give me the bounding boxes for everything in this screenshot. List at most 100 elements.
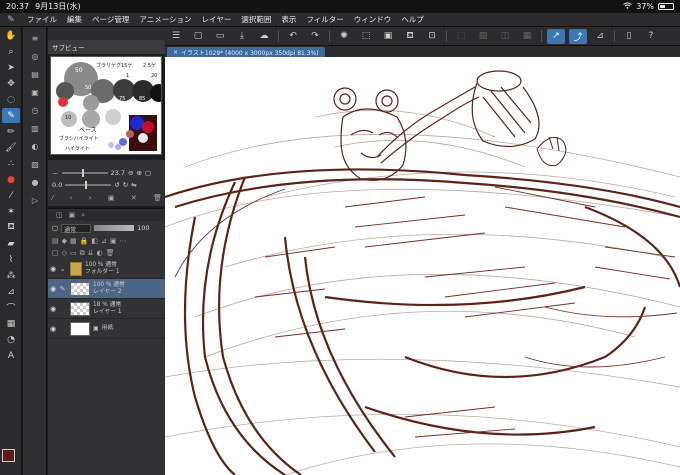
mask-icon[interactable]: ◧ (91, 237, 98, 245)
text-tool-icon[interactable]: A (2, 348, 20, 363)
zoom-tool-icon[interactable]: ⌕ (2, 44, 20, 59)
visibility-eye-icon[interactable]: ◉ (48, 305, 58, 313)
subtool-property-icon[interactable]: ▧ (26, 157, 44, 171)
layer-row[interactable]: ◉ 18 % 通常 レイヤー 1 (48, 299, 165, 319)
app-logo-icon[interactable]: ✎ (0, 15, 22, 25)
clip-icon[interactable]: ▤ (52, 237, 59, 245)
rotate-slider[interactable] (65, 181, 112, 189)
menu-layer[interactable]: レイヤー (197, 14, 237, 25)
snap-icon[interactable]: ⤴ (569, 28, 587, 44)
subtool-brush-size-icon[interactable]: ● (26, 175, 44, 189)
brush-tool-icon[interactable]: 🖌 (2, 140, 20, 155)
layer-row[interactable]: ◉ ⌄ 100 % 通常 フォルダー 1 (48, 259, 165, 279)
eyedropper-tool-icon[interactable]: ⁄ (2, 188, 20, 203)
subview-thumbnail[interactable]: 50 ブラリゲグ 15ゲ 2.5ゲ 1 20 50 75 85 10 ベース ブ… (50, 56, 162, 155)
pen-tool-icon[interactable]: ✎ (2, 108, 20, 123)
new-vector-layer-icon[interactable]: ◇ (62, 249, 67, 257)
cloud-icon[interactable]: ☁ (255, 29, 273, 44)
pencil-tool-icon[interactable]: ✏ (2, 124, 20, 139)
eraser-tool-icon[interactable]: ● (2, 172, 20, 187)
transform-icon[interactable]: ⊡ (423, 29, 441, 44)
gradient-tool-icon[interactable]: ▰ (2, 236, 20, 251)
lock-icon[interactable]: 🔒 (80, 237, 89, 245)
menu-page[interactable]: ページ管理 (87, 14, 134, 25)
layer-tab-icon[interactable]: ◫ (56, 211, 63, 219)
redo-icon[interactable]: ↷ (306, 29, 324, 44)
menu-help[interactable]: ヘルプ (396, 14, 429, 25)
clear-icon[interactable]: ✕ (131, 194, 137, 202)
help-icon[interactable]: ? (642, 29, 660, 44)
subtool-material-icon[interactable]: ▥ (26, 121, 44, 135)
main-color-swatch[interactable] (2, 449, 15, 462)
fill-icon[interactable]: ⛾ (401, 29, 419, 44)
subtool-color-icon[interactable]: ◐ (26, 139, 44, 153)
zoom-out-icon[interactable]: － (52, 168, 59, 178)
eyedropper-icon[interactable]: ⁄ (52, 194, 53, 202)
move-layer-tool-icon[interactable]: ✥ (2, 76, 20, 91)
subtool-timeline-icon[interactable]: ▣ (26, 85, 44, 99)
deselect-icon[interactable]: ⬚ (452, 29, 470, 44)
clear-outside-icon[interactable]: ⬚ (357, 29, 375, 44)
smartphone-icon[interactable]: ▯ (620, 29, 638, 44)
color-chip[interactable] (2, 449, 20, 469)
next-image-icon[interactable]: › (89, 194, 92, 202)
fit-icon[interactable]: ▢ (145, 169, 151, 177)
subtool-layer-icon[interactable]: ▤ (26, 67, 44, 81)
show-selection-icon[interactable]: ◫ (496, 29, 514, 44)
hand-tool-icon[interactable]: ✋ (2, 28, 20, 43)
blend-lock-icon[interactable]: ▢ (52, 224, 58, 232)
subtool-collapse-icon[interactable]: ≡ (26, 31, 44, 45)
undo-icon[interactable]: ↶ (284, 29, 302, 44)
stabilization-icon[interactable]: ↗ (547, 28, 565, 44)
blend-mode-select[interactable]: 通常 (61, 223, 92, 234)
opacity-value[interactable]: 100 (137, 224, 149, 232)
subtool-autoaction-icon[interactable]: ▷ (26, 193, 44, 207)
menu-window[interactable]: ウィンドウ (349, 14, 397, 25)
open-file-icon[interactable]: ▭ (211, 29, 229, 44)
vector-tool-icon[interactable]: ⌒ (2, 300, 20, 315)
visibility-eye-icon[interactable]: ◉ (48, 285, 58, 293)
rotate-left-icon[interactable]: ↺ (114, 181, 119, 189)
balloon-tool-icon[interactable]: ◔ (2, 332, 20, 347)
operation-tool-icon[interactable]: ➤ (2, 60, 20, 75)
tab-close-icon[interactable]: × (173, 49, 178, 56)
new-raster-layer-icon[interactable]: ▢ (52, 249, 59, 257)
menu-filter[interactable]: フィルター (301, 14, 348, 25)
menu-selection[interactable]: 選択範囲 (236, 14, 276, 25)
layer-search-tab-icon[interactable]: ⌕ (81, 211, 85, 220)
frame-tool-icon[interactable]: ▦ (2, 316, 20, 331)
grid-icon[interactable]: ▦ (518, 29, 536, 44)
lock-transparency-icon[interactable]: ▦ (70, 237, 77, 245)
figure-tool-icon[interactable]: ⌇ (2, 252, 20, 267)
import-icon[interactable]: ▣ (108, 194, 115, 202)
prev-image-icon[interactable]: ‹ (70, 194, 73, 202)
rotate-right-icon[interactable]: ↻ (123, 181, 128, 189)
document-tab[interactable]: × イラスト1029* (4000 x 3000px 350dpi 81.3%) (167, 47, 325, 57)
select-all-icon[interactable]: ▨ (474, 29, 492, 44)
layer-row[interactable]: ◉ ▣ 用紙 (48, 319, 165, 339)
menu-view[interactable]: 表示 (276, 14, 301, 25)
zoom-minus-icon[interactable]: ⊖ (128, 169, 133, 177)
layer-row-selected[interactable]: ◉ ✎ 100 % 通常 レイヤー 2 (48, 279, 165, 299)
reference-icon[interactable]: ◆ (62, 237, 67, 245)
airbrush-tool-icon[interactable]: ∴ (2, 156, 20, 171)
fill-tool-icon[interactable]: ⛾ (2, 220, 20, 235)
zoom-plus-icon[interactable]: ⊕ (136, 169, 141, 177)
clear-layer-icon[interactable]: ✺ (335, 29, 353, 44)
menu-edit[interactable]: 編集 (62, 14, 87, 25)
zoom-slider[interactable] (61, 169, 108, 177)
blend-tool-icon[interactable]: ✶ (2, 204, 20, 219)
new-folder-icon[interactable]: ▭ (70, 249, 77, 257)
save-icon[interactable]: ⤓ (233, 29, 251, 44)
menu-animation[interactable]: アニメーション (134, 14, 196, 25)
delete-icon[interactable]: 🗑 (153, 194, 162, 202)
mask-add-icon[interactable]: ◐ (97, 249, 103, 257)
invert-selection-icon[interactable]: ▣ (379, 29, 397, 44)
ruler-tool-icon[interactable]: ⊿ (2, 284, 20, 299)
ruler-snap-icon[interactable]: ⊿ (591, 29, 609, 44)
new-file-icon[interactable]: ▢ (189, 29, 207, 44)
menu-file[interactable]: ファイル (22, 14, 62, 25)
subtool-search-icon[interactable]: ◎ (26, 49, 44, 63)
visibility-eye-icon[interactable]: ◉ (48, 265, 58, 273)
flip-icon[interactable]: ⇋ (131, 181, 136, 189)
